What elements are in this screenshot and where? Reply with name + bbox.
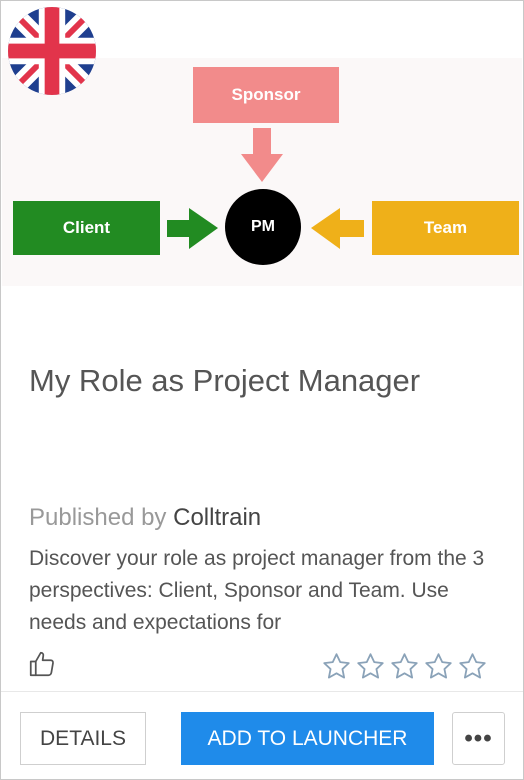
sponsor-arrow-head	[241, 154, 283, 182]
client-label: Client	[62, 218, 111, 237]
client-arrow	[167, 220, 191, 237]
star-icon[interactable]	[457, 651, 488, 682]
add-to-launcher-button[interactable]: ADD TO LAUNCHER	[181, 712, 434, 765]
more-options-button[interactable]: •••	[452, 712, 505, 765]
publisher-line: Published by Colltrain	[29, 504, 261, 532]
star-icon[interactable]	[355, 651, 386, 682]
rating-stars[interactable]	[321, 651, 488, 682]
course-description: Discover your role as project manager fr…	[29, 547, 485, 634]
uk-flag-icon	[8, 7, 96, 95]
star-icon[interactable]	[321, 651, 352, 682]
course-title: My Role as Project Manager	[29, 363, 421, 398]
thumbs-up-icon[interactable]	[27, 649, 57, 679]
footer-divider	[1, 691, 523, 692]
team-label: Team	[423, 218, 468, 237]
details-button[interactable]: DETAILS	[20, 712, 146, 765]
team-arrow-head	[311, 208, 340, 249]
course-card: Sponsor Client Team PM My Role as Projec…	[0, 0, 524, 780]
client-arrow-head	[189, 208, 218, 249]
star-icon[interactable]	[389, 651, 420, 682]
team-arrow	[338, 220, 364, 237]
sponsor-label: Sponsor	[231, 85, 301, 104]
publisher-name[interactable]: Colltrain	[173, 504, 261, 531]
pm-node: PM	[225, 189, 301, 265]
sponsor-arrow	[253, 128, 271, 156]
published-prefix: Published by	[29, 504, 167, 531]
star-icon[interactable]	[423, 651, 454, 682]
